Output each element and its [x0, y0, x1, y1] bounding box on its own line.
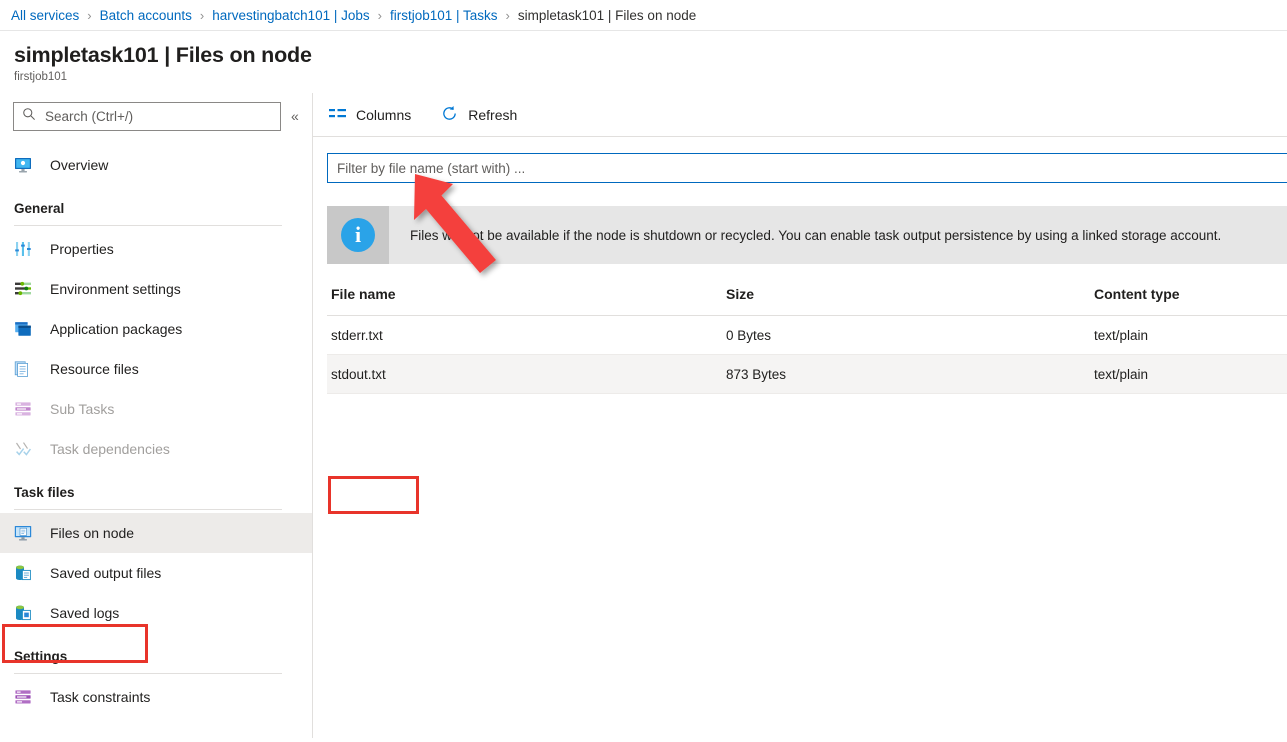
sidebar-item-label: Task constraints	[50, 689, 151, 705]
sidebar-item-label: Environment settings	[50, 281, 181, 297]
refresh-icon	[441, 105, 458, 125]
breadcrumb-separator: ›	[87, 7, 92, 23]
sidebar-item-saved-logs[interactable]: Saved logs	[0, 593, 312, 633]
sliders-icon	[14, 240, 32, 258]
file-name-filter-input[interactable]	[327, 153, 1287, 183]
filter-row	[313, 137, 1287, 183]
sidebar: « Overview General Properties Environment s…	[0, 93, 313, 738]
info-banner-text: Files will not be available if the node …	[410, 227, 1222, 243]
sidebar-item-label: Application packages	[50, 321, 183, 337]
search-icon	[22, 107, 36, 126]
breadcrumb-item-5: simpletask101 | Files on node	[517, 7, 697, 23]
sidebar-item-task-dependencies: Task dependencies	[0, 429, 312, 469]
saved-output-files-icon	[14, 564, 32, 582]
content-pane: Columns Refresh i Files will not be avai…	[313, 93, 1287, 738]
sidebar-group-general: General	[0, 185, 312, 226]
column-header-file-name[interactable]: File name	[327, 286, 722, 316]
table-header-row: File name Size Content type	[327, 286, 1287, 316]
arrow-annotation	[414, 174, 496, 273]
sidebar-item-label: Overview	[50, 157, 109, 173]
collapse-sidebar-icon[interactable]: «	[291, 109, 299, 123]
task-constraints-icon	[14, 688, 32, 706]
page-subtitle: firstjob101	[14, 71, 68, 83]
sidebar-group-title: Task files	[14, 485, 75, 500]
columns-icon	[329, 107, 346, 123]
sidebar-group-settings: Settings	[0, 633, 312, 674]
cell-content-type: text/plain	[1090, 354, 1287, 394]
task-dependencies-icon	[14, 440, 32, 458]
table-row[interactable]: stderr.txt 0 Bytes text/plain	[327, 315, 1287, 355]
breadcrumb-separator: ›	[377, 7, 382, 23]
info-icon-cell: i	[327, 206, 389, 264]
page-header: simpletask101 | Files on node firstjob10…	[0, 31, 1287, 93]
search-input[interactable]	[45, 108, 272, 124]
cell-file-name[interactable]: stderr.txt	[327, 315, 722, 355]
sidebar-item-label: Sub Tasks	[50, 401, 115, 417]
breadcrumb-item-1[interactable]: All services	[11, 8, 79, 23]
column-header-content-type[interactable]: Content type	[1090, 286, 1287, 316]
sidebar-group-task-files: Task files	[0, 469, 312, 510]
sidebar-item-sub-tasks: Sub Tasks	[0, 389, 312, 429]
sidebar-item-resource-files[interactable]: Resource files	[0, 349, 312, 389]
resource-files-icon	[14, 360, 32, 378]
sub-tasks-icon	[14, 400, 32, 418]
breadcrumb: All services › Batch accounts › harvestingba…	[0, 0, 1287, 31]
sidebar-group-divider	[14, 225, 282, 226]
sidebar-group-title: General	[14, 201, 65, 216]
breadcrumb-item-2[interactable]: Batch accounts	[100, 8, 192, 23]
sidebar-item-label: Saved logs	[50, 605, 120, 621]
refresh-button[interactable]: Refresh	[439, 99, 519, 131]
files-table: File name Size Content type stderr.txt 0 …	[327, 286, 1287, 394]
cell-size: 873 Bytes	[722, 354, 1090, 394]
sidebar-item-label: Properties	[50, 241, 114, 257]
table-row[interactable]: stdout.txt 873 Bytes text/plain	[327, 354, 1287, 394]
breadcrumb-separator: ›	[505, 7, 510, 23]
columns-label: Columns	[356, 106, 412, 123]
files-table-body: stderr.txt 0 Bytes text/plain stdout.txt 873…	[327, 315, 1287, 394]
command-bar: Columns Refresh	[313, 93, 1287, 137]
sidebar-item-saved-output-files[interactable]: Saved output files	[0, 553, 312, 593]
sidebar-item-properties[interactable]: Properties	[0, 229, 312, 269]
sidebar-item-label: Task dependencies	[50, 441, 170, 457]
sidebar-item-application-packages[interactable]: Application packages	[0, 309, 312, 349]
main-shell: « Overview General Properties Environment s…	[0, 93, 1287, 738]
breadcrumb-separator: ›	[199, 7, 205, 23]
sidebar-group-title: Settings	[14, 649, 68, 664]
stdout-cell-highlight-annotation	[328, 476, 419, 514]
info-icon: i	[341, 218, 375, 252]
column-header-size[interactable]: Size	[722, 286, 1090, 316]
files-table-head: File name Size Content type	[327, 286, 1287, 316]
saved-logs-icon	[14, 604, 32, 622]
sidebar-item-label: Files on node	[50, 525, 135, 541]
info-banner: i Files will not be available if the nod…	[327, 206, 1287, 264]
sidebar-item-overview[interactable]: Overview	[0, 145, 312, 185]
cell-file-name[interactable]: stdout.txt	[327, 354, 722, 394]
sidebar-item-task-constraints[interactable]: Task constraints	[0, 677, 312, 717]
sidebar-group-divider	[14, 509, 282, 510]
sidebar-item-files-on-node[interactable]: Files on node	[0, 513, 312, 553]
sidebar-nav: Overview General Properties Environment set…	[0, 145, 312, 717]
files-on-node-icon	[14, 524, 32, 542]
cell-content-type: text/plain	[1090, 315, 1287, 355]
sidebar-search-row: «	[0, 101, 312, 131]
sidebar-item-environment-settings[interactable]: Environment settings	[0, 269, 312, 309]
refresh-label: Refresh	[468, 106, 518, 123]
breadcrumb-item-3[interactable]: harvestingbatch101 | Jobs	[212, 8, 369, 23]
sidebar-group-divider	[14, 673, 282, 674]
search-box[interactable]	[13, 101, 281, 131]
sidebar-item-label: Saved output files	[50, 565, 162, 581]
sidebar-item-label: Resource files	[50, 361, 139, 377]
application-packages-icon	[14, 320, 32, 338]
page-title: simpletask101 | Files on node	[14, 43, 312, 67]
columns-button[interactable]: Columns	[327, 99, 413, 131]
environment-settings-icon	[14, 280, 32, 298]
cell-size: 0 Bytes	[722, 315, 1090, 355]
overview-monitor-icon	[14, 156, 32, 174]
breadcrumb-item-4[interactable]: firstjob101 | Tasks	[390, 8, 498, 23]
